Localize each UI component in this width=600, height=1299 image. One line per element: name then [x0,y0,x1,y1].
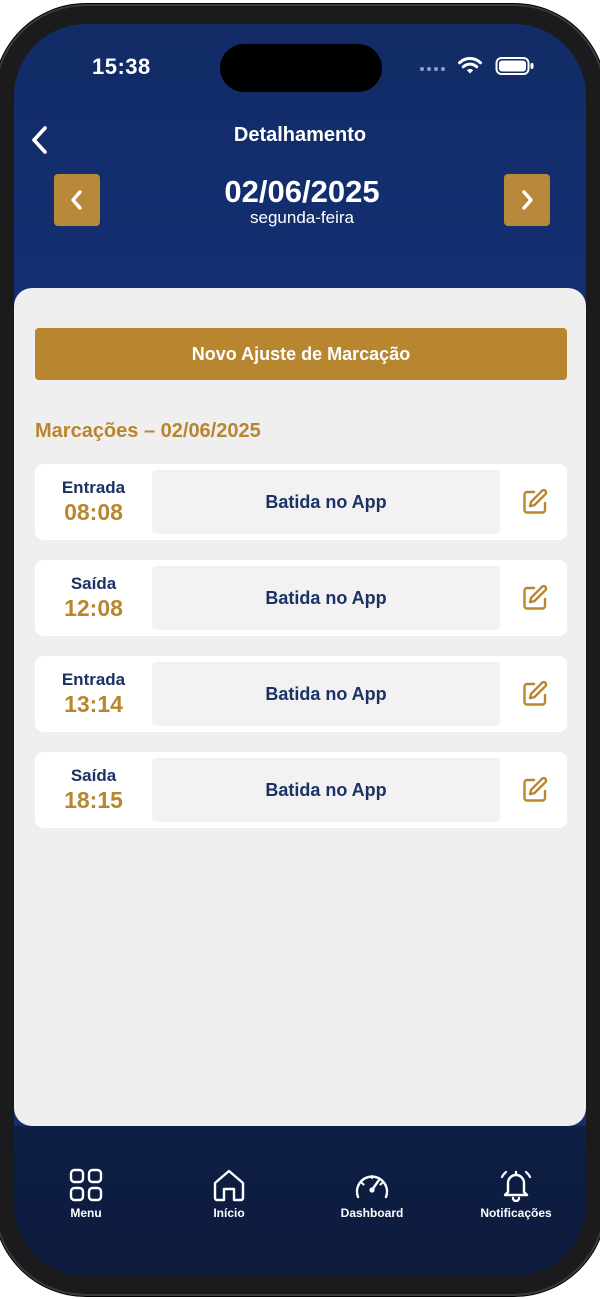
grid-icon [69,1168,103,1202]
speedometer-icon [355,1175,389,1199]
nav-notifications[interactable]: Notificações [456,1166,576,1220]
mark-info: Saída 12:08 [35,560,152,636]
chevron-right-icon [522,190,533,210]
mark-row: Saída 18:15 Batida no App [35,752,567,828]
mark-type: Entrada [61,670,126,689]
nav-dashboard-label: Dashboard [340,1206,404,1220]
marks-list: Entrada 08:08 Batida no App Saída 12:08 … [35,464,567,848]
mark-info: Entrada 08:08 [35,464,152,540]
mark-source: Batida no App [152,758,500,822]
edit-icon [523,584,548,610]
edit-mark-button[interactable] [519,678,551,710]
mark-type: Saída [70,574,117,593]
mark-type: Saída [70,766,117,785]
new-adjustment-button[interactable]: Novo Ajuste de Marcação [35,328,567,380]
nav-home[interactable]: Início [169,1166,289,1220]
dynamic-island [220,44,382,92]
content-card: Novo Ajuste de Marcação Marcações – 02/0… [14,288,586,1126]
mark-source: Batida no App [152,470,500,534]
nav-home-label: Início [213,1206,245,1220]
status-icons [420,56,535,81]
edit-icon [523,488,548,514]
mark-time: 13:14 [64,691,123,717]
edit-icon [523,680,548,706]
app-screen: 15:38 Detalhamento 02/06/2025 segunda-fe… [14,24,586,1276]
mark-time: 08:08 [64,499,123,525]
edit-mark-button[interactable] [519,774,551,806]
mark-source: Batida no App [152,662,500,726]
nav-notifications-label: Notificações [480,1206,552,1220]
selected-date: 02/06/2025 [224,174,380,209]
mark-time: 18:15 [64,787,123,813]
mark-info: Entrada 13:14 [35,656,152,732]
mark-info: Saída 18:15 [35,752,152,828]
mark-row: Entrada 08:08 Batida no App [35,464,567,540]
mark-source: Batida no App [152,566,500,630]
selected-weekday: segunda-feira [250,208,354,227]
nav-menu-label: Menu [70,1206,102,1220]
page-title: Detalhamento [233,124,367,146]
bell-icon [500,1170,532,1202]
mark-row: Entrada 13:14 Batida no App [35,656,567,732]
status-time: 15:38 [92,54,151,79]
bottom-navigation: Menu Início Dashboard Notificações [14,1126,586,1276]
home-icon [213,1169,245,1202]
section-title: Marcações – 02/06/2025 [35,420,261,442]
nav-dashboard[interactable]: Dashboard [312,1166,432,1220]
mark-time: 12:08 [64,595,123,621]
mark-type: Entrada [61,478,126,497]
nav-menu[interactable]: Menu [26,1166,146,1220]
next-day-button[interactable] [504,174,550,226]
wifi-icon [457,56,483,81]
battery-icon [495,56,535,81]
edit-mark-button[interactable] [519,486,551,518]
edit-mark-button[interactable] [519,582,551,614]
mark-row: Saída 12:08 Batida no App [35,560,567,636]
cellular-signal-icon [420,66,445,71]
date-selector: 02/06/2025 segunda-feira [54,174,550,227]
edit-icon [523,776,548,802]
